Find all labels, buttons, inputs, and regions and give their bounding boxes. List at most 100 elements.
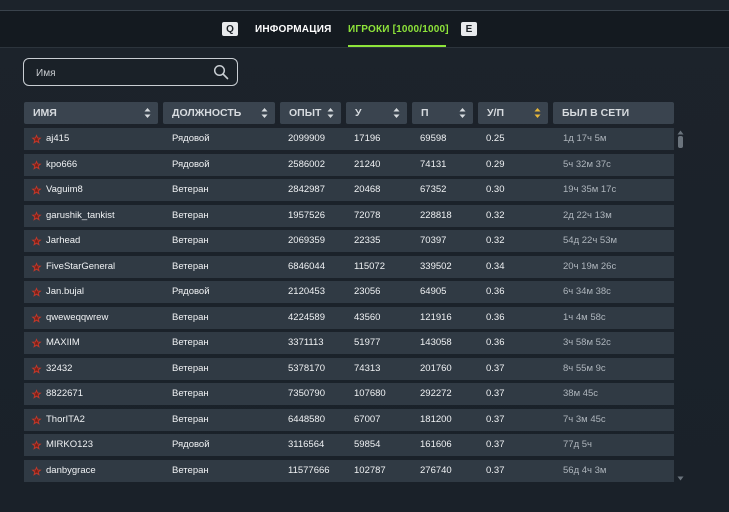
rank-star-icon [31,414,42,425]
table-row[interactable]: FiveStarGeneral Ветеран 6846044 115072 33950… [24,255,674,278]
cell-name: Jan.bujal [46,286,85,297]
column-header-last-seen[interactable]: БЫЛ В СЕТИ [553,102,674,124]
cell-xp: 2099909 [288,133,325,144]
cell-seen: 2д 22ч 13м [563,209,612,221]
cell-xp: 3371113 [288,337,324,348]
cell-xp: 6846044 [288,260,325,272]
cell-name: aj415 [46,133,70,144]
table-row[interactable]: Vaguim8 Ветеран 2842987 20468 67352 0.30 19ч 3… [24,179,674,201]
cell-seen: 6ч 34м 38с [563,286,611,297]
search-icon[interactable] [213,64,229,80]
table-row[interactable]: MAXIIM Ветеран 3371113 51977 143058 0.36 3ч 58… [24,332,674,354]
cell-p: 201760 [420,362,452,374]
cell-p: 121916 [420,311,452,323]
cell-seen: 19ч 35м 17с [563,184,617,195]
column-header-label: У/П [487,107,504,119]
column-header-rank[interactable]: ДОЛЖНОСТЬ [163,102,275,124]
cell-name: 8822671 [46,388,83,399]
search-input[interactable] [34,65,208,81]
cell-xp: 1957526 [288,209,325,221]
cell-u: 72078 [354,209,381,221]
cell-name: 32432 [46,362,73,374]
table-row[interactable]: 8822671 Ветеран 7350790 107680 292272 0.37 38м… [24,383,674,405]
cell-xp: 7350790 [288,388,325,399]
rank-star-icon [31,287,42,297]
rank-star-icon [31,440,42,450]
cell-xp: 2842987 [288,184,325,195]
tab-players[interactable]: ИГРОКИ [1000/1000] [348,24,449,35]
rank-star-icon [31,261,42,272]
cell-p: 292272 [420,388,452,399]
sort-icon [393,108,400,118]
key-hint-q[interactable]: Q [222,22,238,36]
cell-rank: Ветеран [172,235,209,246]
cell-up: 0.32 [486,209,505,221]
active-tab-underline [348,45,446,47]
column-header-ratio[interactable]: У/П [478,102,548,124]
key-hint-e[interactable]: E [461,22,477,36]
cell-rank: Рядовой [172,439,210,450]
cell-rank: Ветеран [172,464,209,476]
cell-seen: 54д 22ч 53м [563,235,618,246]
table-row[interactable]: aj415 Рядовой 2099909 17196 69598 0.25 1д 17ч … [24,128,674,150]
tab-information[interactable]: ИНФОРМАЦИЯ [255,24,332,35]
cell-xp: 2069359 [288,235,325,246]
sort-icon [144,108,151,118]
cell-p: 181200 [420,413,452,425]
cell-up: 0.34 [486,260,505,272]
table-row[interactable]: garushik_tankist Ветеран 1957526 72078 22881… [24,204,674,227]
rank-star-icon [31,185,42,195]
table-row[interactable]: qweweqqwrew Ветеран 4224589 43560 121916 0.36… [24,306,674,329]
cell-up: 0.37 [486,388,505,399]
rank-star-icon [31,363,42,374]
cell-p: 64905 [420,286,447,297]
scroll-down-icon[interactable] [677,476,684,481]
cell-up: 0.29 [486,158,505,170]
search-box[interactable] [23,58,238,86]
cell-up: 0.37 [486,413,505,425]
cell-p: 69598 [420,133,447,144]
column-header-label: БЫЛ В СЕТИ [562,107,630,119]
cell-seen: 38м 45с [563,388,599,399]
table-row[interactable]: Jarhead Ветеран 2069359 22335 70397 0.32 54д 2… [24,230,674,252]
cell-name: kpo666 [46,158,78,170]
cell-u: 22335 [354,235,381,246]
cell-name: MIRKO123 [46,439,93,450]
cell-xp: 2586002 [288,158,325,170]
cell-up: 0.32 [486,235,505,246]
cell-u: 17196 [354,133,381,144]
table-row[interactable]: 32432 Ветеран 5378170 74313 201760 0.37 8ч 55м… [24,357,674,380]
cell-name: danbygrace [46,464,96,476]
cell-name: qweweqqwrew [46,311,109,323]
rank-star-icon [31,389,42,399]
column-header-label: ДОЛЖНОСТЬ [172,107,242,119]
cell-xp: 11577666 [288,464,330,476]
column-header-xp[interactable]: ОПЫТ [280,102,341,124]
cell-up: 0.37 [486,439,505,450]
cell-u: 51977 [354,337,381,348]
table-row[interactable]: MIRKO123 Рядовой 3116564 59854 161606 0.37 77д… [24,434,674,456]
cell-rank: Ветеран [172,337,209,348]
column-header-name[interactable]: ИМЯ [24,102,158,124]
cell-u: 23056 [354,286,381,297]
table-row[interactable]: danbygrace Ветеран 11577666 102787 276740 0.3… [24,459,674,482]
cell-rank: Ветеран [172,184,209,195]
cell-up: 0.36 [486,286,505,297]
column-header-u[interactable]: У [346,102,407,124]
scrollbar-thumb[interactable] [678,136,683,148]
rank-star-icon [31,159,42,170]
cell-seen: 8ч 55м 9с [563,362,606,374]
sort-icon [459,108,466,118]
rank-star-icon [31,338,42,348]
rank-star-icon [31,465,42,476]
column-header-p[interactable]: П [412,102,473,124]
table-row[interactable]: kpo666 Рядовой 2586002 21240 74131 0.29 5ч 32м… [24,153,674,176]
players-list: aj415 Рядовой 2099909 17196 69598 0.25 1д 17ч … [24,128,674,485]
rank-star-icon [31,210,42,221]
table-row[interactable]: Jan.bujal Рядовой 2120453 23056 64905 0.36 6ч … [24,281,674,303]
cell-rank: Ветеран [172,209,209,221]
scroll-up-icon[interactable] [677,130,684,135]
cell-up: 0.30 [486,184,505,195]
table-row[interactable]: ThorITA2 Ветеран 6448580 67007 181200 0.37 7ч … [24,408,674,431]
cell-rank: Ветеран [172,362,209,374]
